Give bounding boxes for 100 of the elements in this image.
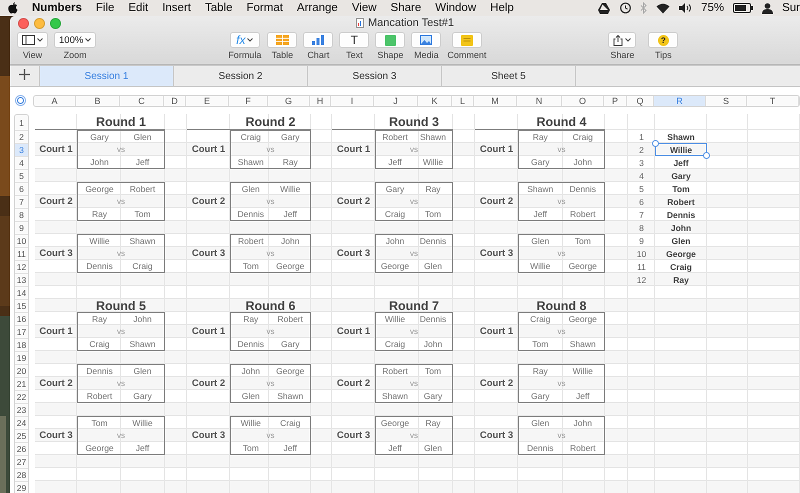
zoom-button[interactable]: 100% xyxy=(54,32,96,48)
tips-button[interactable]: ? xyxy=(648,32,678,48)
row-header[interactable]: 14 xyxy=(15,287,28,300)
row-header[interactable]: 8 xyxy=(15,209,28,222)
row-header[interactable]: 9 xyxy=(15,222,28,235)
roster-name-cell[interactable]: Tom xyxy=(655,182,707,195)
clock-history-icon[interactable] xyxy=(619,2,632,14)
column-header[interactable]: C xyxy=(120,96,164,106)
selection-handle[interactable] xyxy=(652,140,659,147)
minimize-button[interactable] xyxy=(34,18,45,28)
roster-name-cell[interactable]: Ray xyxy=(655,273,707,286)
share-button[interactable] xyxy=(608,32,636,48)
roster-name-cell[interactable]: Shawn xyxy=(655,130,707,143)
chart-button[interactable] xyxy=(303,32,334,48)
sheet-tab[interactable]: Session 3 xyxy=(308,66,442,86)
menu-item[interactable]: Arrange xyxy=(296,2,338,14)
media-button[interactable] xyxy=(411,32,442,48)
table-button[interactable] xyxy=(267,32,298,48)
roster-name-cell[interactable]: Craig xyxy=(655,260,707,273)
column-header[interactable]: F xyxy=(229,96,268,106)
vs-label: vs xyxy=(409,144,419,156)
apple-logo-icon[interactable] xyxy=(8,2,18,14)
row-header[interactable]: 5 xyxy=(15,170,28,183)
user-icon[interactable] xyxy=(762,2,774,14)
roster-name-cell[interactable]: John xyxy=(655,221,707,234)
zoom-button[interactable] xyxy=(50,18,61,28)
triangle-drive-icon[interactable] xyxy=(598,2,610,14)
roster-name-cell[interactable]: Willie xyxy=(655,143,707,156)
row-header[interactable]: 12 xyxy=(15,261,28,274)
battery-icon[interactable] xyxy=(733,3,754,13)
menu-item[interactable]: Share xyxy=(390,2,422,14)
row-header[interactable]: 24 xyxy=(15,417,28,430)
row-header[interactable]: 1 xyxy=(15,115,28,131)
column-header[interactable]: T xyxy=(747,96,799,106)
player-name: Craig xyxy=(384,208,406,220)
row-header[interactable]: 22 xyxy=(15,391,28,404)
row-header[interactable]: 28 xyxy=(15,469,28,482)
vs-label: vs xyxy=(266,326,276,338)
vs-label: vs xyxy=(116,196,126,208)
row-header[interactable]: 4 xyxy=(15,157,28,170)
row-header[interactable]: 23 xyxy=(15,404,28,417)
column-header[interactable]: I xyxy=(331,96,374,106)
menu-item[interactable]: Format xyxy=(246,2,283,14)
sheet-tab[interactable]: Session 2 xyxy=(174,66,308,86)
column-header[interactable]: J xyxy=(374,96,418,106)
column-header[interactable]: H xyxy=(310,96,331,106)
column-header[interactable]: D xyxy=(164,96,186,106)
row-header[interactable]: 7 xyxy=(15,196,28,209)
menu-item[interactable]: View xyxy=(352,2,377,14)
column-header[interactable]: M xyxy=(474,96,517,106)
row-header[interactable]: 6 xyxy=(15,183,28,196)
row-header[interactable]: 11 xyxy=(15,248,28,261)
menu-item[interactable]: Window xyxy=(435,2,476,14)
column-header[interactable]: L xyxy=(452,96,474,106)
row-header[interactable]: 27 xyxy=(15,456,28,469)
shape-button[interactable] xyxy=(375,32,406,48)
row-header[interactable]: 21 xyxy=(15,378,28,391)
volume-icon[interactable] xyxy=(679,3,692,13)
column-header[interactable]: N xyxy=(517,96,562,106)
column-header[interactable]: S xyxy=(706,96,747,106)
text-button[interactable]: T xyxy=(339,32,370,48)
column-header[interactable]: O xyxy=(562,96,604,106)
menu-item[interactable]: Table xyxy=(204,2,232,14)
roster-name-cell[interactable]: Gary xyxy=(655,169,707,182)
column-header[interactable]: E xyxy=(186,96,229,106)
row-header[interactable]: 17 xyxy=(15,326,28,339)
row-header[interactable]: 19 xyxy=(15,352,28,365)
selection-handle[interactable] xyxy=(703,152,710,159)
row-header[interactable]: 13 xyxy=(15,274,28,287)
column-header[interactable]: G xyxy=(268,96,310,106)
row-header[interactable]: 25 xyxy=(15,430,28,443)
column-header[interactable]: B xyxy=(76,96,120,106)
app-menu[interactable]: Numbers xyxy=(32,2,82,14)
column-header[interactable]: A xyxy=(34,96,76,106)
row-header[interactable]: 26 xyxy=(15,443,28,456)
column-header[interactable]: K xyxy=(418,96,452,106)
row-header[interactable]: 18 xyxy=(15,339,28,352)
roster-name-cell[interactable]: Jeff xyxy=(655,156,707,169)
roster-name-cell[interactable]: Robert xyxy=(655,195,707,208)
row-header[interactable]: 16 xyxy=(15,313,28,326)
menu-item[interactable]: Insert xyxy=(162,2,191,14)
roster-name-cell[interactable]: George xyxy=(655,247,707,260)
menu-item[interactable]: File xyxy=(96,2,114,14)
select-all-button[interactable] xyxy=(15,95,26,106)
sheet-tab[interactable]: Sheet 5 xyxy=(442,66,576,86)
comment-button[interactable] xyxy=(452,32,482,48)
column-header[interactable]: P xyxy=(604,96,627,106)
row-header[interactable]: 10 xyxy=(15,235,28,248)
close-button[interactable] xyxy=(18,18,29,28)
wifi-icon[interactable] xyxy=(656,2,670,14)
roster-name-cell[interactable]: Dennis xyxy=(655,208,707,221)
menu-item[interactable]: Edit xyxy=(128,2,148,14)
row-header[interactable]: 15 xyxy=(15,300,28,313)
roster-name-cell[interactable]: Glen xyxy=(655,234,707,247)
view-button[interactable] xyxy=(17,32,48,48)
row-header[interactable]: 29 xyxy=(15,482,28,493)
court-label: Court 3 xyxy=(336,247,372,261)
user-name[interactable]: Sur xyxy=(782,2,800,14)
row-header[interactable]: 20 xyxy=(15,365,28,378)
menu-item[interactable]: Help xyxy=(490,2,514,14)
